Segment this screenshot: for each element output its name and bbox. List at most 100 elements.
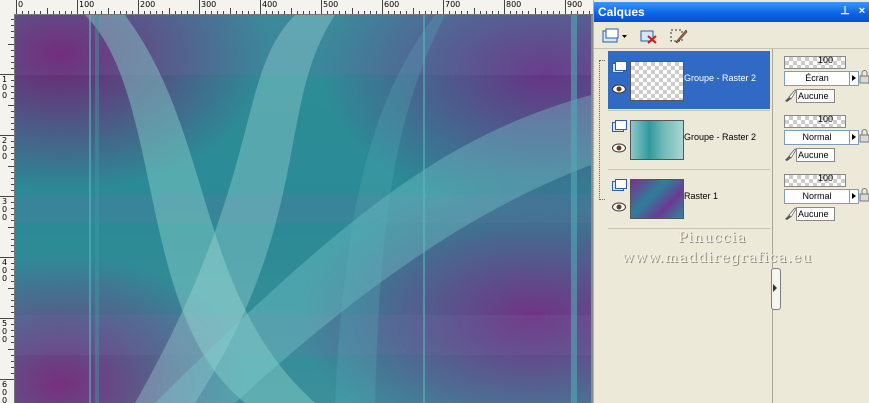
ruler-label: 100 <box>79 0 95 9</box>
ruler-minor-tick <box>217 11 219 14</box>
edit-selection-button[interactable] <box>666 25 690 47</box>
layer-thumbnail[interactable] <box>630 61 684 101</box>
ruler-tick <box>443 0 444 14</box>
ruler-tick <box>260 0 261 14</box>
ruler-minor-tick <box>11 366 14 368</box>
layer-row[interactable]: Groupe - Raster 2 <box>608 110 770 168</box>
blend-arrow-icon[interactable] <box>849 189 859 204</box>
ruler-minor-tick <box>436 11 438 14</box>
blend-arrow-icon[interactable] <box>849 71 859 86</box>
ruler-minor-tick <box>156 11 158 14</box>
blend-arrow-icon[interactable] <box>849 130 859 145</box>
ruler-minor-tick <box>89 11 91 14</box>
ruler-label: 400 <box>262 0 278 9</box>
layer-type-icon[interactable] <box>612 61 627 74</box>
ruler-minor-tick <box>11 159 14 161</box>
ruler-minor-tick <box>11 25 14 27</box>
visibility-eye-icon[interactable] <box>612 202 626 212</box>
close-icon[interactable]: × <box>853 4 867 18</box>
ruler-minor-tick <box>363 11 365 14</box>
image-stripe <box>423 15 425 403</box>
delete-layer-icon <box>640 30 657 44</box>
opacity-slider[interactable]: 100 <box>784 114 854 128</box>
ruler-tick <box>565 0 566 14</box>
ruler-minor-tick <box>8 226 14 228</box>
ruler-minor-tick <box>461 11 463 14</box>
ruler-minor-tick <box>11 128 14 130</box>
layer-properties: 100 Écran Aucune 100 Normal Aucune 100 Normal Au… <box>782 49 869 249</box>
ruler-minor-tick <box>406 11 408 14</box>
ruler-minor-tick <box>11 281 14 283</box>
lock-icon[interactable] <box>859 129 869 143</box>
group-bracket <box>599 60 605 200</box>
ruler-minor-tick <box>497 11 499 14</box>
lock-icon[interactable] <box>859 188 869 202</box>
layer-row[interactable]: Groupe - Raster 2 <box>608 51 770 109</box>
ruler-minor-tick <box>296 11 298 14</box>
visibility-eye-icon[interactable] <box>612 84 626 94</box>
layer-type-icon[interactable] <box>612 120 627 133</box>
layer-name[interactable]: Groupe - Raster 2 <box>684 73 756 83</box>
ruler-minor-tick <box>11 147 14 149</box>
lock-icon[interactable] <box>859 70 869 84</box>
ruler-tick <box>77 0 78 14</box>
ruler-minor-tick <box>11 202 14 204</box>
opacity-track[interactable] <box>784 56 846 69</box>
collapse-handle[interactable] <box>771 268 781 310</box>
blend-mode-select[interactable]: Normal <box>784 130 850 145</box>
mask-value[interactable]: Aucune <box>796 89 835 103</box>
delete-layer-button[interactable] <box>636 25 660 47</box>
ruler-minor-tick <box>11 305 14 307</box>
layer-thumbnail[interactable] <box>630 120 684 160</box>
image-canvas[interactable] <box>15 15 591 403</box>
ruler-minor-tick <box>11 299 14 301</box>
ruler-minor-tick <box>95 11 97 14</box>
ruler-minor-tick <box>241 11 243 14</box>
opacity-slider[interactable]: 100 <box>784 55 854 69</box>
ruler-minor-tick <box>162 11 164 14</box>
ruler-tick <box>321 0 322 14</box>
new-layer-button[interactable] <box>598 25 630 47</box>
ruler-minor-tick <box>369 11 371 14</box>
ruler-minor-tick <box>327 11 329 14</box>
layer-name[interactable]: Groupe - Raster 2 <box>684 132 756 142</box>
ruler-label: 5 0 0 <box>2 319 8 344</box>
blend-mode-select[interactable]: Écran <box>784 71 850 86</box>
ruler-minor-tick <box>11 232 14 234</box>
layer-row[interactable]: Raster 1 <box>608 169 770 227</box>
opacity-slider[interactable]: 100 <box>784 173 854 187</box>
ruler-minor-tick <box>589 11 591 14</box>
ruler-label: 2 0 0 <box>2 136 8 161</box>
layer-type-icon[interactable] <box>612 179 627 192</box>
ruler-label: 500 <box>323 0 339 9</box>
ruler-minor-tick <box>571 11 573 14</box>
ruler-minor-tick <box>40 11 42 14</box>
ruler-minor-tick <box>284 11 286 14</box>
blend-mode-select[interactable]: Normal <box>784 189 850 204</box>
ruler-minor-tick <box>345 11 347 14</box>
ruler-minor-tick <box>11 67 14 69</box>
ruler-minor-tick <box>11 122 14 124</box>
palette-title-bar[interactable]: Calques ⊥ × <box>594 2 869 22</box>
ruler-label: 0 <box>18 0 24 9</box>
mask-value[interactable]: Aucune <box>796 148 835 162</box>
ruler-minor-tick <box>205 11 207 14</box>
canvas-area[interactable]: 0 100 200 300 400 500 600 700 800 900 1 0 0 2 0 0 3… <box>0 0 593 403</box>
ruler-minor-tick <box>314 11 316 14</box>
layer-name[interactable]: Raster 1 <box>684 191 718 201</box>
ruler-minor-tick <box>266 11 268 14</box>
layers-palette: Calques ⊥ × Groupe - Raster 2 Groupe - Ra… <box>593 0 869 403</box>
visibility-eye-icon[interactable] <box>612 143 626 153</box>
opacity-track[interactable] <box>784 115 846 128</box>
image-stripe <box>571 15 577 403</box>
pin-icon[interactable]: ⊥ <box>836 4 850 18</box>
ruler-minor-tick <box>11 171 14 173</box>
palette-title: Calques <box>598 5 645 19</box>
ruler-minor-tick <box>351 8 353 14</box>
layer-thumbnail[interactable] <box>630 179 684 219</box>
ruler-minor-tick <box>119 11 121 14</box>
mask-value[interactable]: Aucune <box>796 207 835 221</box>
opacity-track[interactable] <box>784 174 846 187</box>
ruler-tick <box>138 0 139 14</box>
ruler-label: 800 <box>506 0 522 9</box>
